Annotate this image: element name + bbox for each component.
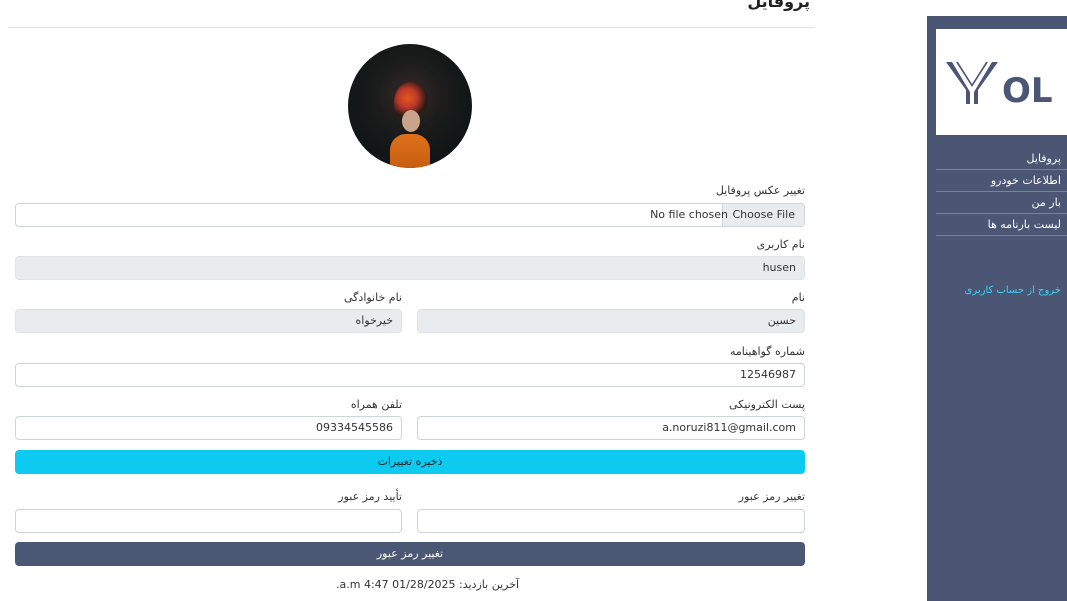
profile-photo-label: تغییر عکس پروفایل bbox=[715, 184, 805, 197]
email-label: پست الکترونیکی bbox=[729, 398, 805, 411]
change-password-button[interactable]: تغییر رمز عبور bbox=[15, 542, 805, 566]
logout-link[interactable]: خروج از حساب کاربری bbox=[936, 285, 1067, 296]
sidebar-item-profile[interactable]: پروفایل bbox=[936, 149, 1067, 170]
email-input[interactable]: a.noruzi811@gmail.com bbox=[417, 416, 805, 440]
confirm-password-input[interactable] bbox=[15, 509, 402, 533]
no-file-chosen-text: No file chosen bbox=[650, 208, 728, 221]
sidebar-item-waybill-list[interactable]: لیست بارنامه ها bbox=[936, 215, 1067, 236]
last-name-field: خیرخواه bbox=[15, 309, 402, 333]
new-password-input[interactable] bbox=[417, 509, 805, 533]
save-changes-button[interactable]: ذخیره تغییرات bbox=[15, 450, 805, 474]
phone-input[interactable]: 09334545586 bbox=[15, 416, 402, 440]
svg-text:OL: OL bbox=[1002, 71, 1053, 110]
license-number-input[interactable]: 12546987 bbox=[15, 363, 805, 387]
license-label: شماره گواهینامه bbox=[729, 345, 805, 358]
profile-photo-file-input[interactable]: Choose File No file chosen bbox=[15, 203, 805, 227]
phone-label: تلفن همراه bbox=[350, 398, 402, 411]
username-label: نام کاربری bbox=[756, 238, 805, 251]
sidebar-item-my-cargo[interactable]: بار من bbox=[936, 193, 1067, 214]
sidebar: OL پروفایل اطلاعات خودرو بار من لیست بار… bbox=[927, 16, 1067, 601]
new-password-label: تغییر رمز عبور bbox=[738, 490, 805, 503]
last-name-label: نام خانوادگی bbox=[344, 291, 402, 304]
page-title: پروفایل bbox=[747, 0, 810, 11]
sidebar-item-vehicle-info[interactable]: اطلاعات خودرو bbox=[936, 171, 1067, 192]
first-name-label: نام bbox=[791, 291, 805, 304]
page-header: پروفایل bbox=[8, 0, 814, 28]
confirm-password-label: تأیید رمز عبور bbox=[338, 490, 402, 503]
brand-logo[interactable]: OL bbox=[936, 29, 1067, 135]
last-visit-text: آخرین بازدید: 01/28/2025 4:47 a.m. bbox=[336, 578, 520, 591]
logo-icon: OL bbox=[945, 62, 1053, 110]
profile-avatar bbox=[348, 44, 472, 168]
username-field: husen bbox=[15, 256, 805, 280]
first-name-field: حسین bbox=[417, 309, 805, 333]
choose-file-button[interactable]: Choose File bbox=[722, 204, 804, 226]
